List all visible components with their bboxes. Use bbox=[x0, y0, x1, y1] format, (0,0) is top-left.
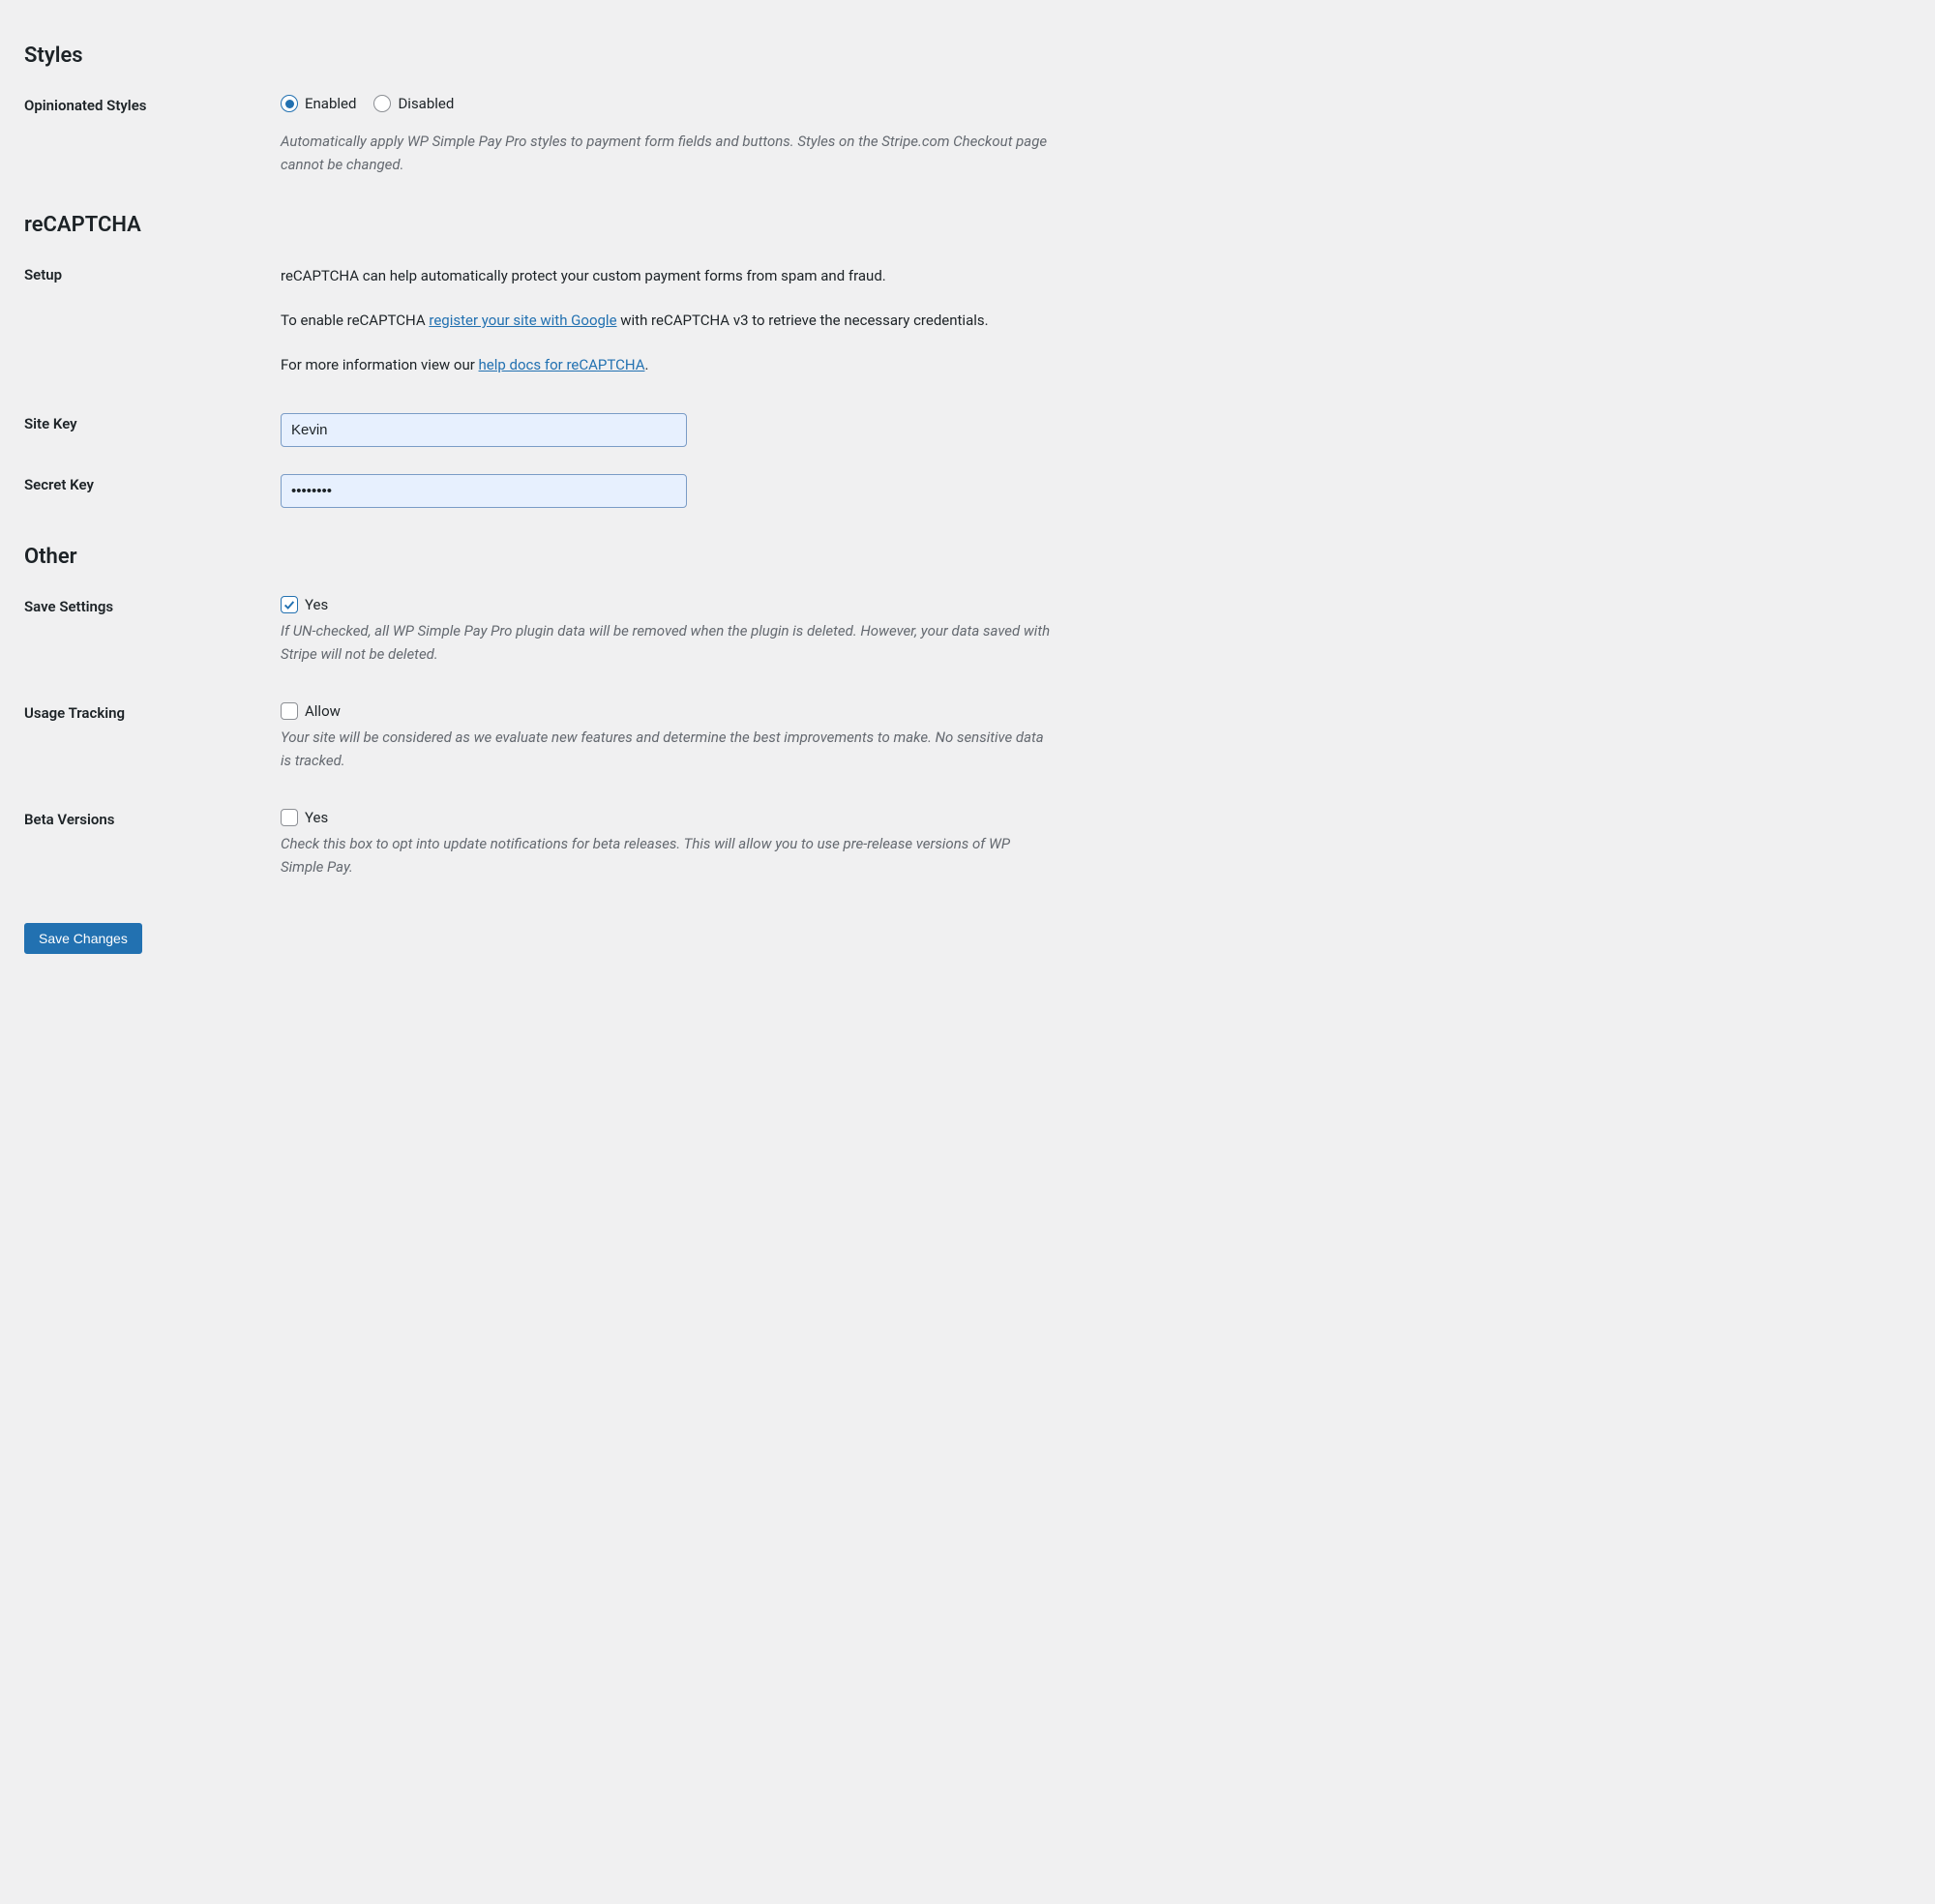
row-setup: Setup reCAPTCHA can help automatically p… bbox=[24, 264, 1911, 376]
section-heading-recaptcha: reCAPTCHA bbox=[24, 213, 1911, 237]
label-opinionated-styles: Opinionated Styles bbox=[24, 95, 281, 114]
setup-para2: To enable reCAPTCHA register your site w… bbox=[281, 309, 1055, 332]
content-setup: reCAPTCHA can help automatically protect… bbox=[281, 264, 1055, 376]
row-opinionated-styles: Opinionated Styles Enabled Disabled Auto… bbox=[24, 95, 1911, 176]
input-secret-key[interactable] bbox=[281, 474, 687, 508]
save-changes-button[interactable]: Save Changes bbox=[24, 923, 142, 954]
link-register-google[interactable]: register your site with Google bbox=[429, 312, 616, 329]
radio-disabled-icon bbox=[373, 95, 391, 112]
label-site-key: Site Key bbox=[24, 413, 281, 432]
radio-enabled-label: Enabled bbox=[305, 95, 356, 112]
setup-para3-prefix: For more information view our bbox=[281, 356, 479, 373]
setup-para3: For more information view our help docs … bbox=[281, 353, 1055, 376]
content-save-settings: Yes If UN-checked, all WP Simple Pay Pro… bbox=[281, 596, 1055, 666]
input-site-key[interactable] bbox=[281, 413, 687, 447]
row-secret-key: Secret Key bbox=[24, 474, 1911, 508]
content-opinionated-styles: Enabled Disabled Automatically apply WP … bbox=[281, 95, 1055, 176]
section-heading-styles: Styles bbox=[24, 44, 1911, 68]
description-beta-versions: Check this box to opt into update notifi… bbox=[281, 832, 1055, 878]
content-secret-key bbox=[281, 474, 1055, 508]
content-site-key bbox=[281, 413, 1055, 447]
content-usage-tracking: Allow Your site will be considered as we… bbox=[281, 702, 1055, 772]
section-heading-other: Other bbox=[24, 545, 1911, 569]
checkbox-label-save-settings: Yes bbox=[305, 596, 328, 613]
radio-group-opinionated-styles: Enabled Disabled bbox=[281, 95, 1055, 112]
checkbox-save-settings[interactable] bbox=[281, 596, 298, 613]
checkbox-row-usage-tracking: Allow bbox=[281, 702, 1055, 720]
setup-para1: reCAPTCHA can help automatically protect… bbox=[281, 264, 1055, 287]
description-opinionated-styles: Automatically apply WP Simple Pay Pro st… bbox=[281, 130, 1055, 176]
checkbox-beta-versions[interactable] bbox=[281, 809, 298, 826]
setup-para3-suffix: . bbox=[644, 356, 648, 373]
checkbox-row-beta-versions: Yes bbox=[281, 809, 1055, 826]
row-beta-versions: Beta Versions Yes Check this box to opt … bbox=[24, 809, 1911, 878]
label-secret-key: Secret Key bbox=[24, 474, 281, 493]
radio-disabled-label: Disabled bbox=[398, 95, 454, 112]
setup-para2-suffix: with reCAPTCHA v3 to retrieve the necess… bbox=[617, 312, 989, 329]
checkbox-usage-tracking[interactable] bbox=[281, 702, 298, 720]
checkbox-label-beta-versions: Yes bbox=[305, 809, 328, 826]
label-usage-tracking: Usage Tracking bbox=[24, 702, 281, 722]
content-beta-versions: Yes Check this box to opt into update no… bbox=[281, 809, 1055, 878]
checkbox-row-save-settings: Yes bbox=[281, 596, 1055, 613]
link-help-docs[interactable]: help docs for reCAPTCHA bbox=[479, 356, 645, 373]
radio-enabled[interactable]: Enabled bbox=[281, 95, 356, 112]
label-beta-versions: Beta Versions bbox=[24, 809, 281, 828]
row-site-key: Site Key bbox=[24, 413, 1911, 447]
row-usage-tracking: Usage Tracking Allow Your site will be c… bbox=[24, 702, 1911, 772]
setup-para2-prefix: To enable reCAPTCHA bbox=[281, 312, 429, 329]
description-save-settings: If UN-checked, all WP Simple Pay Pro plu… bbox=[281, 619, 1055, 666]
description-usage-tracking: Your site will be considered as we evalu… bbox=[281, 726, 1055, 772]
label-setup: Setup bbox=[24, 264, 281, 283]
label-save-settings: Save Settings bbox=[24, 596, 281, 615]
row-save-settings: Save Settings Yes If UN-checked, all WP … bbox=[24, 596, 1911, 666]
radio-enabled-icon bbox=[281, 95, 298, 112]
check-icon bbox=[283, 598, 296, 611]
radio-disabled[interactable]: Disabled bbox=[373, 95, 454, 112]
checkbox-label-usage-tracking: Allow bbox=[305, 702, 341, 720]
